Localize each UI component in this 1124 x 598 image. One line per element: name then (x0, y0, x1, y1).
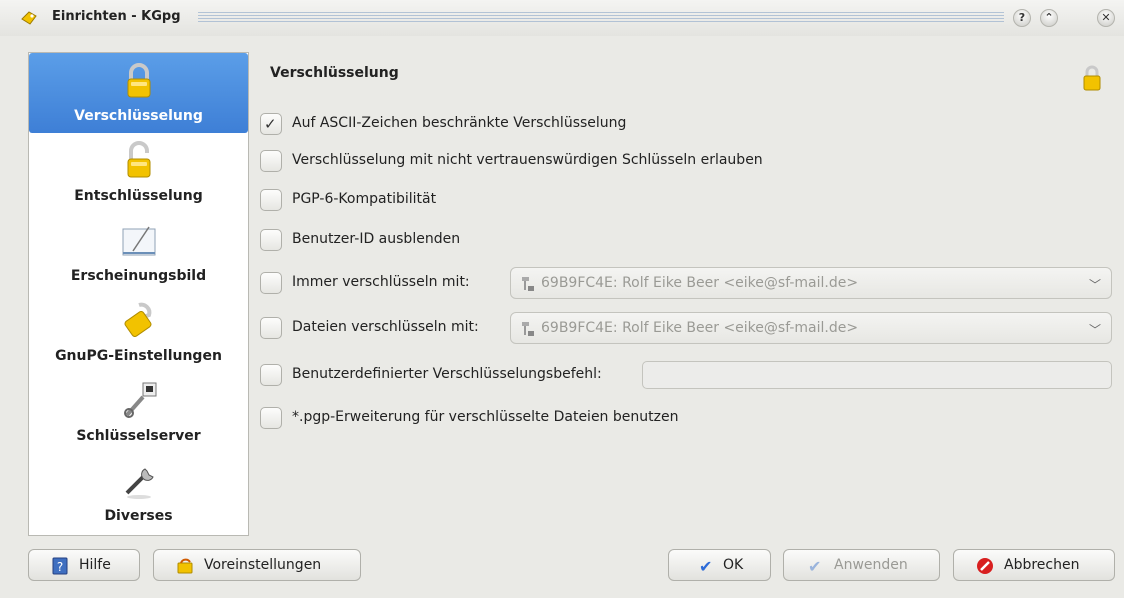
category-sidebar: Verschlüsselung Entschlüsselung Erschein… (28, 52, 249, 536)
collapse-title-button[interactable]: ⌃ (1040, 9, 1058, 27)
gnupg-icon (124, 302, 151, 338)
cancel-icon (977, 558, 993, 574)
button-label: Voreinstellungen (204, 557, 322, 573)
sidebar-item-label: Diverses (104, 508, 173, 524)
sidebar-item-verschluesselung[interactable]: Verschlüsselung (29, 53, 248, 133)
sidebar-item-label: Verschlüsselung (74, 108, 203, 124)
checkmark-icon: ✔ (699, 557, 713, 576)
chevron-down-icon: ﹀ (1088, 323, 1101, 337)
files-encrypt-key-select[interactable]: 69B9FC4E: Rolf Eike Beer <eike@sf-mail.d… (510, 312, 1112, 344)
help-title-button[interactable]: ? (1013, 9, 1031, 27)
checkbox[interactable]: ✓ (260, 113, 282, 135)
settings-page: Verschlüsselung ✓ Auf ASCII-Zeichen besc… (258, 52, 1116, 536)
defaults-icon (177, 558, 193, 574)
help-button[interactable]: ? Hilfe (28, 549, 140, 581)
sidebar-item-schluesselserver[interactable]: Schlüsselserver (29, 373, 248, 453)
help-book-icon: ? (52, 557, 68, 575)
title-bar: Einrichten - KGpg ? ⌃ ✕ (0, 0, 1124, 36)
sidebar-item-gnupg-einstellungen[interactable]: GnuPG-Einstellungen (29, 293, 248, 373)
kgpg-app-icon (21, 11, 37, 25)
chevron-down-icon: ﹀ (1088, 278, 1101, 292)
page-title: Verschlüsselung (270, 65, 399, 81)
checkbox[interactable] (260, 364, 282, 386)
lock-closed-icon (127, 63, 150, 98)
button-label: Anwenden (834, 557, 908, 573)
option-label: Dateien verschlüsseln mit: (292, 319, 479, 335)
close-window-button[interactable]: ✕ (1097, 9, 1115, 27)
checkbox[interactable] (260, 272, 282, 294)
title-bar-decoration (198, 12, 1004, 24)
window-title: Einrichten - KGpg (52, 9, 181, 24)
checkbox[interactable] (260, 407, 282, 429)
checkmark-icon: ✓ (264, 115, 277, 133)
option-label: Immer verschlüsseln mit: (292, 274, 470, 290)
checkbox[interactable] (260, 229, 282, 251)
key-icon (522, 277, 534, 291)
defaults-button[interactable]: Voreinstellungen (153, 549, 361, 581)
checkbox[interactable] (260, 150, 282, 172)
selected-key: 69B9FC4E: Rolf Eike Beer <eike@sf-mail.d… (541, 275, 859, 291)
key-icon (522, 322, 534, 336)
sidebar-item-label: Schlüsselserver (76, 428, 201, 444)
option-label: *.pgp-Erweiterung für verschlüsselte Dat… (292, 409, 679, 425)
cancel-button[interactable]: Abbrechen (953, 549, 1115, 581)
sidebar-item-label: Entschlüsselung (74, 188, 203, 204)
option-label: Benutzer-ID ausblenden (292, 231, 461, 247)
lock-closed-icon (1083, 65, 1101, 91)
checkbox[interactable] (260, 189, 282, 211)
option-label: Verschlüsselung mit nicht vertrauenswürd… (292, 152, 763, 168)
ok-button[interactable]: ✔ OK (668, 549, 771, 581)
option-label: PGP-6-Kompatibilität (292, 191, 437, 207)
checkbox[interactable] (260, 317, 282, 339)
misc-tools-icon (125, 468, 154, 499)
sidebar-item-label: GnuPG-Einstellungen (55, 348, 222, 364)
svg-text:?: ? (57, 560, 63, 574)
appearance-icon (122, 226, 155, 256)
sidebar-item-label: Erscheinungsbild (70, 268, 207, 284)
always-encrypt-key-select[interactable]: 69B9FC4E: Rolf Eike Beer <eike@sf-mail.d… (510, 267, 1112, 299)
apply-button[interactable]: ✔ Anwenden (783, 549, 940, 581)
sidebar-item-entschluesselung[interactable]: Entschlüsselung (29, 133, 248, 213)
sidebar-item-diverses[interactable]: Diverses (29, 453, 248, 533)
checkmark-icon: ✔ (808, 557, 822, 576)
lock-open-icon (127, 141, 150, 178)
custom-command-input[interactable] (642, 361, 1112, 389)
selected-key: 69B9FC4E: Rolf Eike Beer <eike@sf-mail.d… (541, 320, 859, 336)
option-label: Auf ASCII-Zeichen beschränkte Verschlüss… (292, 115, 627, 131)
sidebar-item-erscheinungsbild[interactable]: Erscheinungsbild (29, 213, 248, 293)
option-label: Benutzerdefinierter Verschlüsselungsbefe… (292, 366, 602, 382)
button-label: Abbrechen (1004, 557, 1080, 573)
button-label: Hilfe (79, 557, 111, 573)
keyserver-icon (123, 382, 156, 418)
button-label: OK (723, 557, 744, 573)
